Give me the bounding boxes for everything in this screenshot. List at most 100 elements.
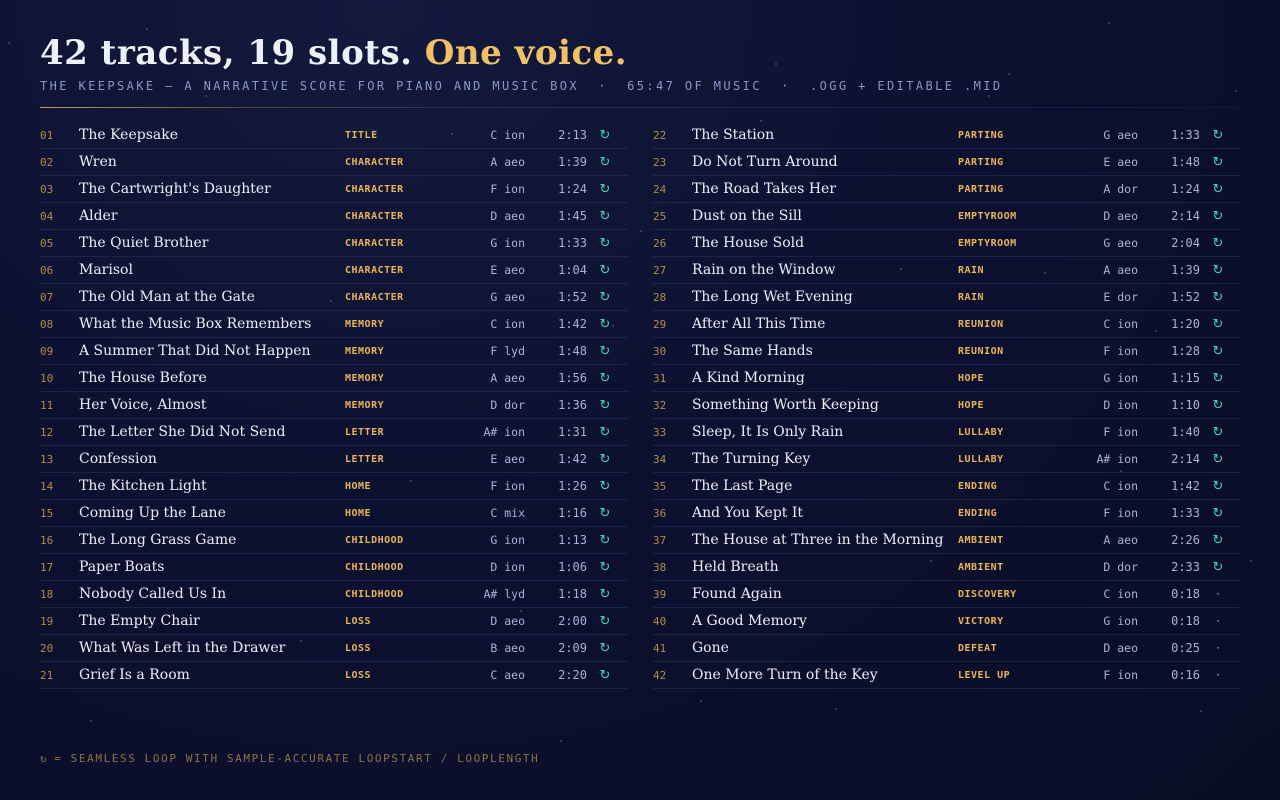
track-duration: 1:33: [1171, 128, 1200, 142]
track-row[interactable]: 11 Her Voice, Almost MEMORY D dor 1:36 ↻: [40, 392, 628, 419]
track-number: 27: [653, 263, 667, 277]
track-row[interactable]: 32 Something Worth Keeping HOPE D ion 1:10 ↻: [653, 392, 1241, 419]
track-row[interactable]: 36 And You Kept It ENDING F ion 1:33 ↻: [653, 500, 1241, 527]
track-row[interactable]: 15 Coming Up the Lane HOME C mix 1:16 ↻: [40, 500, 628, 527]
track-number: 26: [653, 236, 667, 250]
track-number: 16: [40, 533, 54, 547]
loop-icon: ↻: [599, 613, 611, 629]
track-name: Rain on the Window: [692, 262, 836, 278]
track-row[interactable]: 23 Do Not Turn Around PARTING E aeo 1:48 ↻: [653, 149, 1241, 176]
track-duration: 1:56: [558, 371, 587, 385]
track-row[interactable]: 03 The Cartwright's Daughter CHARACTER F io…: [40, 176, 628, 203]
loop-icon: ↻: [599, 235, 611, 251]
track-number: 40: [653, 614, 667, 628]
loop-icon: ↻: [599, 370, 611, 386]
track-row[interactable]: 33 Sleep, It Is Only Rain LULLABY F ion 1:40…: [653, 419, 1241, 446]
track-duration: 0:18: [1171, 614, 1200, 628]
track-name: Wren: [79, 154, 117, 170]
track-category: CHILDHOOD: [345, 534, 404, 546]
track-duration: 1:31: [558, 425, 587, 439]
loop-icon: ↻: [599, 451, 611, 467]
track-key: D dor: [1103, 560, 1138, 574]
track-row[interactable]: 37 The House at Three in the Morning AMBIE…: [653, 527, 1241, 554]
track-row[interactable]: 10 The House Before MEMORY A aeo 1:56 ↻: [40, 365, 628, 392]
track-row[interactable]: 39 Found Again DISCOVERY C ion 0:18 ·: [653, 581, 1241, 608]
track-name: The Kitchen Light: [79, 478, 207, 494]
track-row[interactable]: 04 Alder CHARACTER D aeo 1:45 ↻: [40, 203, 628, 230]
track-row[interactable]: 14 The Kitchen Light HOME F ion 1:26 ↻: [40, 473, 628, 500]
track-category: LOSS: [345, 615, 372, 627]
track-number: 29: [653, 317, 667, 331]
track-row[interactable]: 07 The Old Man at the Gate CHARACTER G aeo 1…: [40, 284, 628, 311]
track-row[interactable]: 38 Held Breath AMBIENT D dor 2:33 ↻: [653, 554, 1241, 581]
track-row[interactable]: 40 A Good Memory VICTORY G ion 0:18 ·: [653, 608, 1241, 635]
track-row[interactable]: 17 Paper Boats CHILDHOOD D ion 1:06 ↻: [40, 554, 628, 581]
track-duration: 0:25: [1171, 641, 1200, 655]
track-row[interactable]: 25 Dust on the Sill EMPTYROOM D aeo 2:14 ↻: [653, 203, 1241, 230]
track-name: The Road Takes Her: [692, 181, 837, 197]
track-key: F ion: [490, 479, 525, 493]
loop-icon: ↻: [1212, 505, 1224, 521]
track-row[interactable]: 22 The Station PARTING G aeo 1:33 ↻: [653, 122, 1241, 149]
star-dot: [1200, 710, 1202, 712]
star-dot: [835, 708, 837, 710]
track-key: D aeo: [490, 614, 525, 628]
loop-icon: ↻: [1212, 235, 1224, 251]
track-row[interactable]: 09 A Summer That Did Not Happen MEMORY F ly…: [40, 338, 628, 365]
track-duration: 2:26: [1171, 533, 1200, 547]
track-row[interactable]: 26 The House Sold EMPTYROOM G aeo 2:04 ↻: [653, 230, 1241, 257]
track-name: Held Breath: [692, 559, 779, 575]
track-row[interactable]: 28 The Long Wet Evening RAIN E dor 1:52 ↻: [653, 284, 1241, 311]
track-number: 39: [653, 587, 667, 601]
loop-icon: ↻: [599, 208, 611, 224]
star-dot: [640, 230, 642, 232]
track-category: PARTING: [958, 156, 1004, 168]
track-key: C mix: [490, 506, 525, 520]
track-row[interactable]: 08 What the Music Box Remembers MEMORY C io…: [40, 311, 628, 338]
track-row[interactable]: 01 The Keepsake TITLE C ion 2:13 ↻: [40, 122, 628, 149]
track-duration: 1:15: [1171, 371, 1200, 385]
track-row[interactable]: 05 The Quiet Brother CHARACTER G ion 1:33 ↻: [40, 230, 628, 257]
track-row[interactable]: 29 After All This Time REUNION C ion 1:20 ↻: [653, 311, 1241, 338]
track-row[interactable]: 41 Gone DEFEAT D aeo 0:25 ·: [653, 635, 1241, 662]
loop-icon: ↻: [1212, 451, 1224, 467]
track-row[interactable]: 13 Confession LETTER E aeo 1:42 ↻: [40, 446, 628, 473]
track-number: 02: [40, 155, 54, 169]
track-category: LEVEL UP: [958, 669, 1011, 681]
track-number: 42: [653, 668, 667, 682]
track-category: ENDING: [958, 507, 998, 519]
track-category: MEMORY: [345, 372, 385, 384]
track-row[interactable]: 18 Nobody Called Us In CHILDHOOD A# lyd 1:18…: [40, 581, 628, 608]
loop-icon: ↻: [1212, 262, 1224, 278]
track-row[interactable]: 21 Grief Is a Room LOSS C aeo 2:20 ↻: [40, 662, 628, 689]
track-row[interactable]: 42 One More Turn of the Key LEVEL UP F ion 0…: [653, 662, 1241, 689]
track-row[interactable]: 12 The Letter She Did Not Send LETTER A# io…: [40, 419, 628, 446]
track-category: MEMORY: [345, 399, 385, 411]
track-key: A# lyd: [483, 587, 525, 601]
track-row[interactable]: 30 The Same Hands REUNION F ion 1:28 ↻: [653, 338, 1241, 365]
track-row[interactable]: 06 Marisol CHARACTER E aeo 1:04 ↻: [40, 257, 628, 284]
track-row[interactable]: 35 The Last Page ENDING C ion 1:42 ↻: [653, 473, 1241, 500]
track-row[interactable]: 20 What Was Left in the Drawer LOSS B aeo 2:…: [40, 635, 628, 662]
track-category: DEFEAT: [958, 642, 998, 654]
star-dot: [1108, 22, 1110, 24]
track-duration: 1:24: [558, 182, 587, 196]
track-row[interactable]: 19 The Empty Chair LOSS D aeo 2:00 ↻: [40, 608, 628, 635]
loop-icon: ↻: [1212, 370, 1224, 386]
track-row[interactable]: 24 The Road Takes Her PARTING A dor 1:24 ↻: [653, 176, 1241, 203]
track-key: F ion: [1103, 344, 1138, 358]
track-name: Do Not Turn Around: [692, 154, 838, 170]
track-category: LULLABY: [958, 426, 1004, 438]
track-row[interactable]: 16 The Long Grass Game CHILDHOOD G ion 1:13 ↻: [40, 527, 628, 554]
track-key: C aeo: [490, 668, 525, 682]
track-name: The Keepsake: [79, 127, 179, 143]
track-key: D ion: [1103, 398, 1138, 412]
track-row[interactable]: 02 Wren CHARACTER A aeo 1:39 ↻: [40, 149, 628, 176]
track-row[interactable]: 27 Rain on the Window RAIN A aeo 1:39 ↻: [653, 257, 1241, 284]
track-row[interactable]: 31 A Kind Morning HOPE G ion 1:15 ↻: [653, 365, 1241, 392]
track-key: C ion: [1103, 479, 1138, 493]
track-key: G aeo: [490, 290, 525, 304]
track-number: 19: [40, 614, 54, 628]
track-number: 32: [653, 398, 667, 412]
track-row[interactable]: 34 The Turning Key LULLABY A# ion 2:14 ↻: [653, 446, 1241, 473]
